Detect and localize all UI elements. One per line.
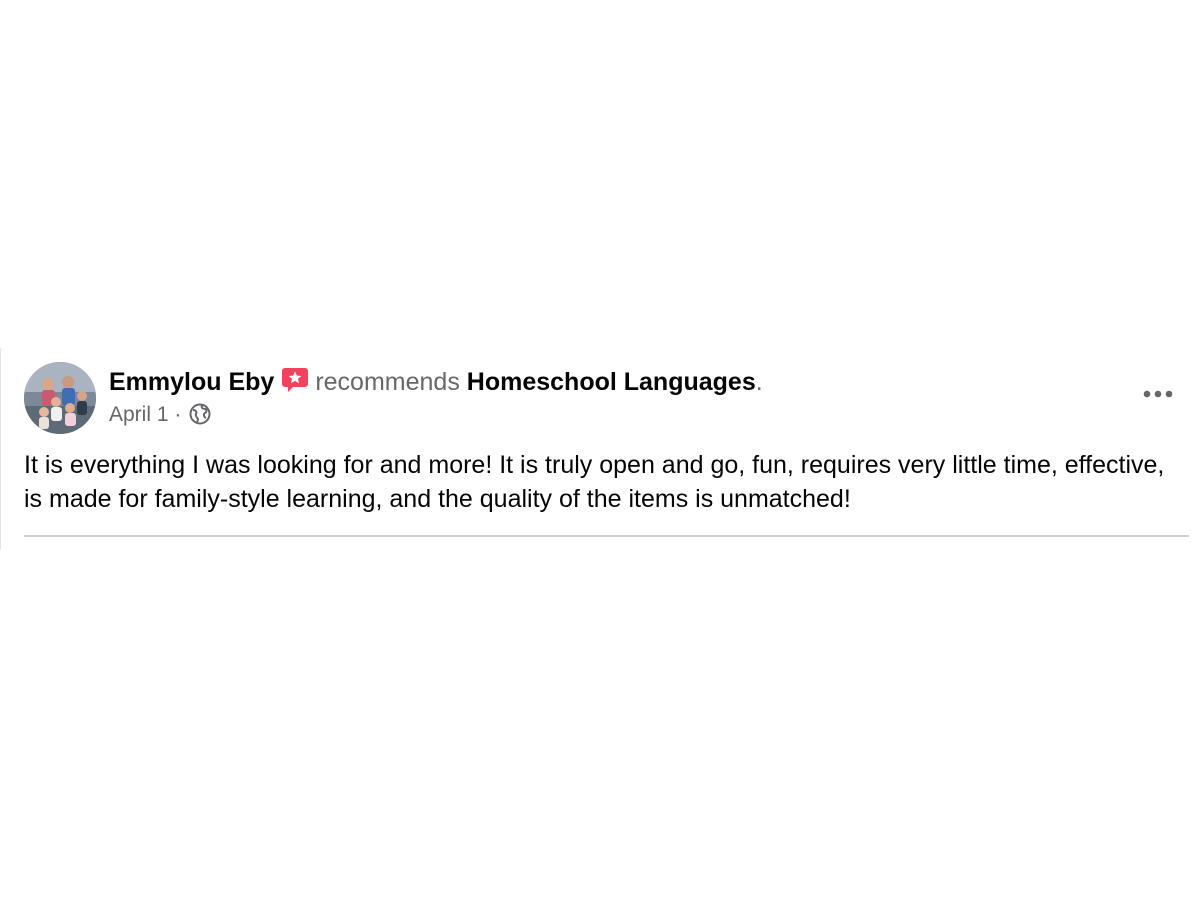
more-options-button[interactable] bbox=[1138, 382, 1178, 406]
globe-icon[interactable] bbox=[189, 403, 211, 425]
meta-separator: · bbox=[174, 403, 182, 426]
page-name-link[interactable]: Homeschool Languages bbox=[467, 368, 756, 396]
recommendation-star-icon bbox=[280, 365, 310, 395]
author-avatar[interactable] bbox=[24, 362, 96, 434]
post-meta: April 1 · bbox=[109, 402, 211, 428]
recommendation-post: Emmylou Eby recommends Homeschool Languag… bbox=[0, 348, 1190, 550]
header-period: . bbox=[755, 368, 763, 396]
post-header: Emmylou Eby recommends Homeschool Languag… bbox=[109, 365, 763, 397]
recommends-label: recommends bbox=[315, 368, 460, 396]
avatar-photo bbox=[24, 362, 96, 434]
post-divider bbox=[24, 535, 1189, 537]
author-name[interactable]: Emmylou Eby bbox=[109, 368, 274, 396]
post-body-text: It is everything I was looking for and m… bbox=[24, 451, 1165, 513]
more-options-icon bbox=[1143, 390, 1173, 398]
post-date[interactable]: April 1 bbox=[109, 403, 169, 426]
